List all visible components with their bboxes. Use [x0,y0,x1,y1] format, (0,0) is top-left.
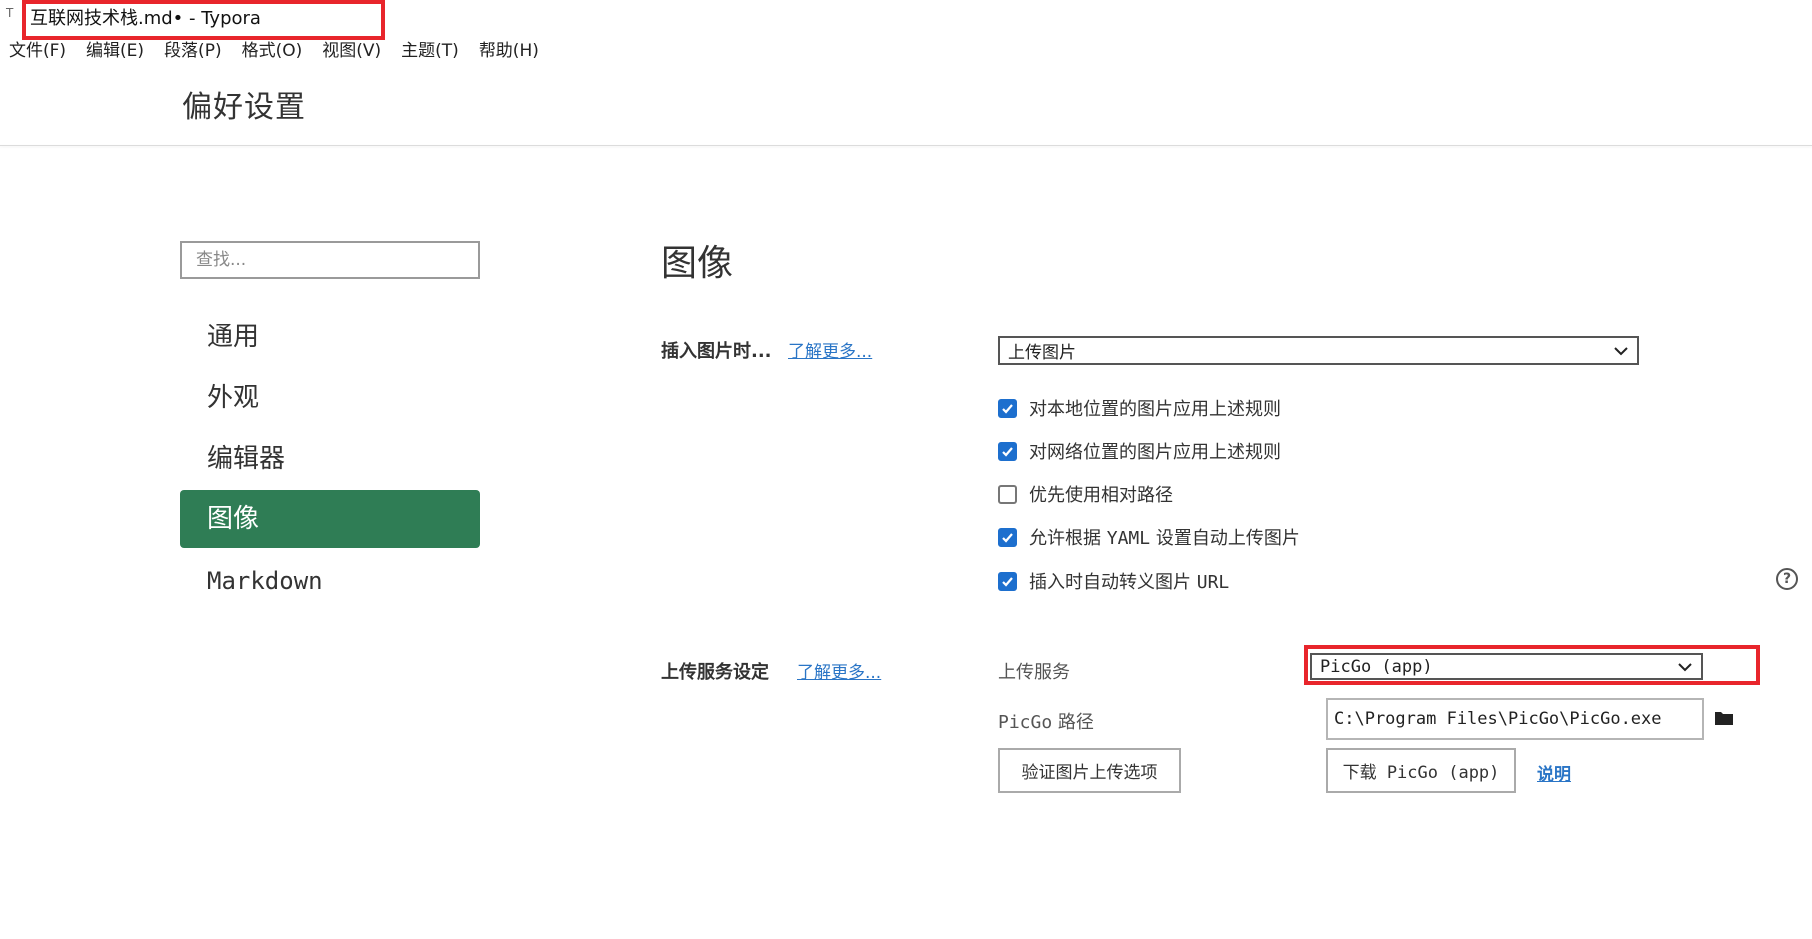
service-highlight-box [1304,645,1760,685]
chevron-down-icon [1614,346,1628,355]
help-icon[interactable]: ? [1776,568,1798,590]
typora-app-icon: T [6,6,14,20]
sidebar-item-appearance[interactable]: 外观 [180,369,480,427]
menu-edit[interactable]: 编辑(E) [86,36,144,61]
title-highlight-box [22,0,385,40]
verify-upload-button[interactable]: 验证图片上传选项 [998,748,1181,793]
checkbox-checked-icon[interactable] [998,398,1017,418]
insert-learn-more-link[interactable]: 了解更多... [788,337,872,362]
option-yaml-upload[interactable]: 允许根据 YAML 设置自动上传图片 [998,524,1300,550]
option-label: 插入时自动转义图片 URL [1029,572,1230,593]
checkbox-unchecked-icon[interactable] [998,484,1017,504]
insert-image-select[interactable]: 上传图片 [998,336,1639,365]
option-label: 允许根据 YAML 设置自动上传图片 [1029,528,1300,549]
header-divider [0,145,1812,146]
sidebar-item-image[interactable]: 图像 [180,490,480,548]
menu-format[interactable]: 格式(O) [242,36,303,61]
option-relative-path[interactable]: 优先使用相对路径 [998,481,1173,507]
upload-service-label: 上传服务 [998,662,1070,683]
option-apply-local[interactable]: 对本地位置的图片应用上述规则 [998,395,1281,421]
menu-theme[interactable]: 主题(T) [401,36,459,61]
page-title: 偏好设置 [182,90,306,125]
checkbox-checked-icon[interactable] [998,527,1017,547]
sidebar-item-markdown[interactable]: Markdown [180,552,480,610]
menubar: 文件(F) 编辑(E) 段落(P) 格式(O) 视图(V) 主题(T) 帮助(H… [9,36,539,61]
download-picgo-button[interactable]: 下载 PicGo (app) [1326,748,1516,793]
search-input[interactable] [180,241,480,279]
section-title: 图像 [661,243,734,284]
insert-image-label: 插入图片时... [661,341,772,362]
upload-settings-label: 上传服务设定 [661,662,769,683]
insert-select-value: 上传图片 [1008,343,1076,363]
option-label: 对网络位置的图片应用上述规则 [1029,442,1281,463]
sidebar-item-general[interactable]: 通用 [180,308,480,366]
menu-paragraph[interactable]: 段落(P) [164,36,222,61]
picgo-path-label: PicGo 路径 [998,712,1094,733]
folder-icon[interactable] [1714,710,1734,726]
option-escape-url[interactable]: 插入时自动转义图片 URL [998,568,1229,594]
instructions-link[interactable]: 说明 [1537,760,1571,785]
upload-learn-more-link[interactable]: 了解更多... [797,658,881,683]
checkbox-checked-icon[interactable] [998,441,1017,461]
picgo-path-input[interactable] [1326,698,1704,740]
menu-file[interactable]: 文件(F) [9,36,66,61]
option-apply-network[interactable]: 对网络位置的图片应用上述规则 [998,438,1281,464]
menu-help[interactable]: 帮助(H) [479,36,539,61]
option-label: 对本地位置的图片应用上述规则 [1029,399,1281,420]
sidebar-item-editor[interactable]: 编辑器 [180,430,480,488]
menu-view[interactable]: 视图(V) [322,36,381,61]
option-label: 优先使用相对路径 [1029,485,1173,506]
checkbox-checked-icon[interactable] [998,571,1017,591]
